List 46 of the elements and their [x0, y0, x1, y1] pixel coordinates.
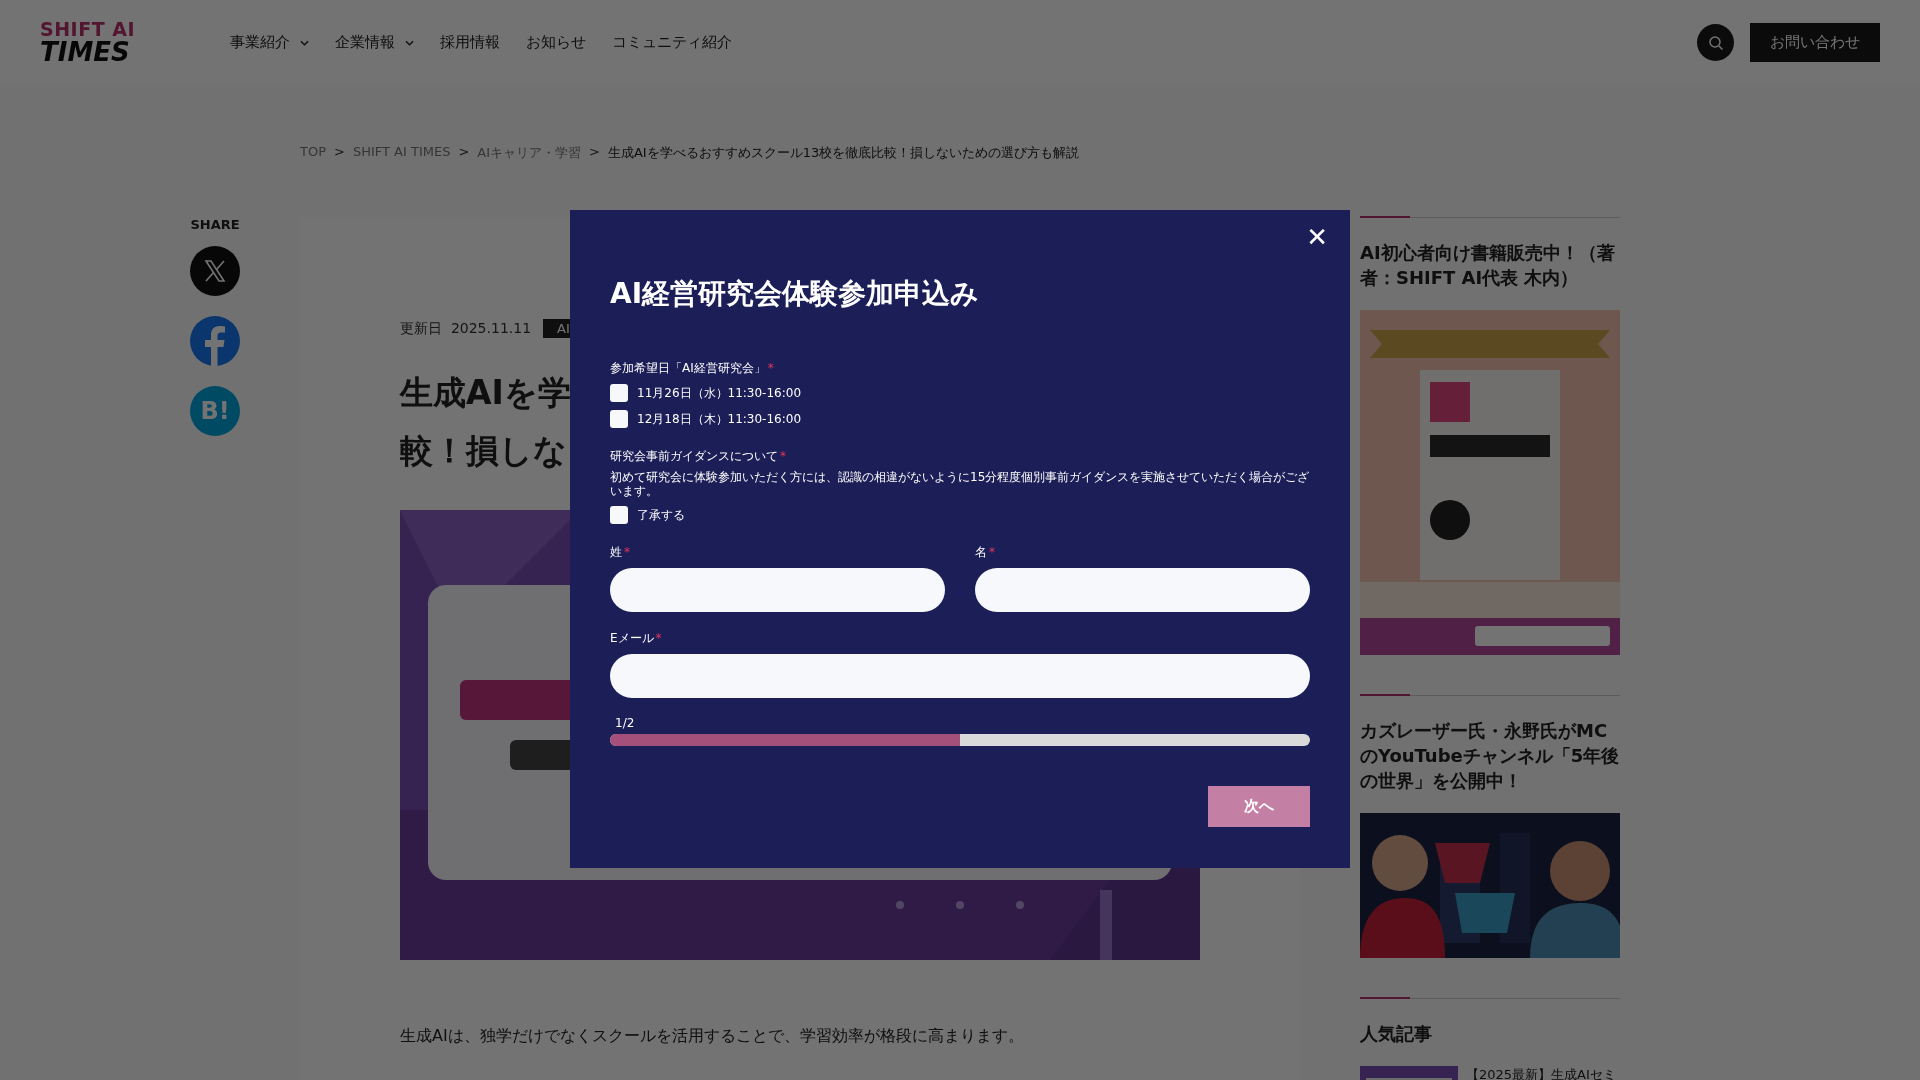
checkbox-label: 12月18日（木）11:30-16:00	[637, 410, 802, 428]
breadcrumb-link[interactable]: SHIFT AI TIMES	[352, 144, 451, 162]
input-field[interactable]	[610, 568, 945, 612]
field-label: 姓 *	[610, 544, 631, 560]
search-icon	[1707, 34, 1724, 51]
field-label: 研究会事前ガイダンスについて *	[610, 448, 787, 464]
nav-link[interactable]: コミュニティ紹介	[612, 33, 732, 52]
checkbox[interactable]	[610, 506, 628, 524]
field-label: Eメール *	[610, 630, 663, 646]
caret-icon	[405, 39, 414, 46]
share-label: SHARE	[190, 217, 240, 232]
article-title: 較！損しな	[400, 430, 567, 472]
input-field[interactable]	[610, 654, 1310, 698]
progress-text: 1/2	[615, 716, 636, 730]
x-share-icon[interactable]	[190, 246, 240, 296]
breadcrumb-separator: >	[458, 144, 470, 161]
article-title: 生成AIを学	[400, 372, 571, 414]
caret-icon	[300, 39, 309, 46]
checkbox-label: 了承する	[637, 506, 685, 524]
facebook-share-icon[interactable]	[190, 316, 240, 366]
checkbox-label: 11月26日（水）11:30-16:00	[637, 384, 802, 402]
nav-link[interactable]: 採用情報	[440, 33, 500, 52]
site-logo[interactable]: SHIFT AI TIMES	[40, 20, 230, 65]
breadcrumb-separator: >	[589, 144, 600, 161]
breadcrumb-link[interactable]: TOP	[300, 144, 326, 162]
nav-link[interactable]: お知らせ	[526, 33, 586, 52]
input-field[interactable]	[975, 568, 1310, 612]
field-label: 参加希望日「AI経営研究会」 *	[610, 360, 775, 376]
search-button[interactable]	[1697, 24, 1734, 61]
sidebar-heading: 人気記事	[1360, 1022, 1433, 1046]
breadcrumb-separator: >	[334, 144, 345, 161]
article-paragraph: 生成AIは、独学だけでなくスクールを活用することで、学習効率が格段に高まります。	[400, 1026, 1025, 1047]
contact-button[interactable]: お問い合わせ	[1750, 23, 1880, 62]
sidebar-heading: AI初心者向け書籍販売中！（著者：SHIFT AI代表 木内）	[1360, 241, 1616, 290]
modal-title: AI経営研究会体験参加申込み	[610, 276, 981, 312]
nav-link[interactable]: 企業情報	[335, 33, 414, 52]
popular-article-item[interactable]: 【2025最新】生成AIセミ	[1360, 1066, 1620, 1080]
guidance-description: 初めて研究会に体験参加いただく方には、認識の相違がないように15分程度個別事前ガイダンスを実施させていただく場合がございます。	[610, 470, 1310, 498]
sidebar-heading: カズレーザー氏・永野氏がMCのYouTubeチャンネル「5年後の世界」を公開中！	[1360, 719, 1620, 793]
close-button[interactable]: ✕	[1302, 224, 1332, 250]
next-button[interactable]: 次へ	[1208, 786, 1310, 827]
updated-date: 更新日 2025.11.11	[400, 319, 532, 338]
field-label: 名 *	[975, 544, 996, 560]
nav-link[interactable]: 事業紹介	[230, 33, 309, 52]
checkbox[interactable]	[610, 384, 628, 402]
checkbox[interactable]	[610, 410, 628, 428]
